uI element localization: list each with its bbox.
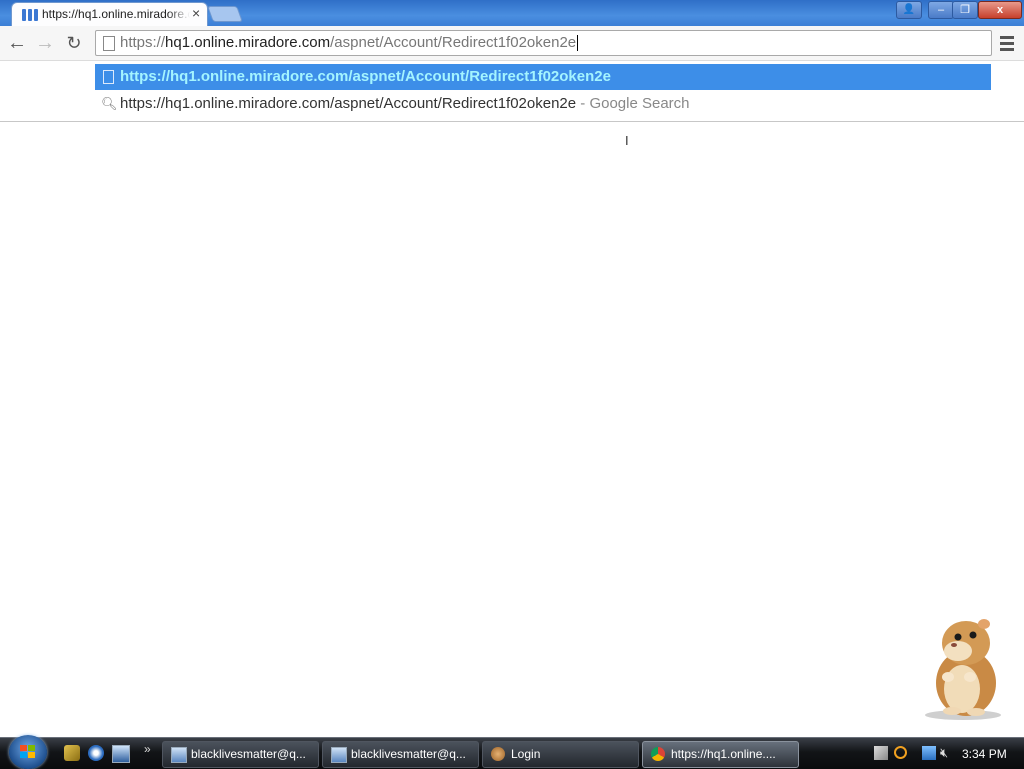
address-bar[interactable]: https://hq1.online.miradore.com/aspnet/A… (95, 30, 992, 56)
taskbar-item-label: Login (511, 747, 541, 761)
suggestion-search-line: https://hq1.online.miradore.com/aspnet/A… (120, 95, 690, 112)
text-caret (577, 35, 579, 52)
taskbar-item-label: blacklivesmatter@q... (191, 747, 306, 761)
suggestion-search[interactable]: 🔍︎ https://hq1.online.miradore.com/aspne… (95, 92, 991, 116)
title-bar: https://hq1.online.miradore.com/aspnet/A… (0, 0, 1024, 26)
remote-desktop-icon (331, 747, 347, 763)
suggestion-search-suffix: - Google Search (580, 95, 690, 112)
suggestion-url-text: https://hq1.online.miradore.com/aspnet/A… (120, 68, 611, 85)
forward-button[interactable]: → (34, 32, 56, 54)
profile-icon[interactable]: 👤 (896, 1, 922, 19)
menu-icon[interactable] (996, 33, 1018, 53)
chrome-icon (651, 747, 665, 761)
quicklaunch-more-icon[interactable]: » (144, 742, 151, 756)
quicklaunch-icon[interactable] (64, 745, 80, 761)
taskbar-item[interactable]: Login (482, 741, 639, 768)
tab-title: https://hq1.online.miradore.com/aspnet/A… (42, 7, 190, 21)
windows-logo-icon (20, 745, 36, 759)
maximize-button[interactable]: ❐ (952, 1, 978, 19)
browser-tab[interactable]: https://hq1.online.miradore.com/aspnet/A… (12, 3, 207, 26)
quicklaunch-browser-icon[interactable] (88, 745, 104, 761)
browser-toolbar: ← → ↻ https://hq1.online.miradore.com/as… (0, 26, 1024, 61)
hamster-mascot-icon (925, 619, 1001, 720)
volume-muted-icon[interactable]: 🔇︎ (940, 746, 954, 760)
hamster-app-icon (491, 747, 505, 761)
taskbar-item-active[interactable]: https://hq1.online.... (642, 741, 799, 768)
suggestion-url[interactable]: https://hq1.online.miradore.com/aspnet/A… (95, 64, 991, 90)
show-desktop-icon[interactable] (112, 745, 130, 763)
search-icon: 🔍︎ (101, 96, 118, 111)
close-window-button[interactable]: x (978, 1, 1022, 19)
taskbar-item-label: https://hq1.online.... (671, 747, 776, 761)
url-prefix: https:// (120, 34, 166, 51)
tab-favicon-icon (22, 9, 38, 21)
mouse-cursor-icon: I (625, 133, 629, 148)
page-icon (103, 36, 115, 51)
network-icon[interactable] (922, 746, 936, 760)
omnibox-suggestions: https://hq1.online.miradore.com/aspnet/A… (0, 61, 1024, 122)
url-path: /aspnet/Account/Redirect1f02oken2e (330, 34, 577, 51)
suggestion-search-text: https://hq1.online.miradore.com/aspnet/A… (120, 95, 577, 112)
minimize-button[interactable]: – (928, 1, 954, 19)
system-tray: 🔇︎ 3:34 PM (866, 740, 1024, 767)
back-button[interactable]: ← (6, 32, 28, 54)
tab-close-icon[interactable]: × (192, 5, 200, 21)
reload-button[interactable]: ↻ (63, 32, 85, 54)
tray-app-icon[interactable] (874, 746, 888, 760)
taskbar-item-label: blacklivesmatter@q... (351, 747, 466, 761)
tray-search-icon[interactable] (894, 746, 907, 759)
page-icon (103, 70, 114, 84)
start-button[interactable] (9, 735, 47, 769)
taskbar-item[interactable]: blacklivesmatter@q... (322, 741, 479, 768)
address-text[interactable]: https://hq1.online.miradore.com/aspnet/A… (120, 34, 579, 52)
url-host: hq1.online.miradore.com (165, 34, 331, 51)
taskbar: » blacklivesmatter@q... blacklivesmatter… (0, 735, 1024, 769)
new-tab-button[interactable] (207, 6, 243, 22)
page-content: I (0, 122, 1024, 737)
remote-desktop-icon (171, 747, 187, 763)
taskbar-item[interactable]: blacklivesmatter@q... (162, 741, 319, 768)
clock: 3:34 PM (962, 747, 1007, 761)
